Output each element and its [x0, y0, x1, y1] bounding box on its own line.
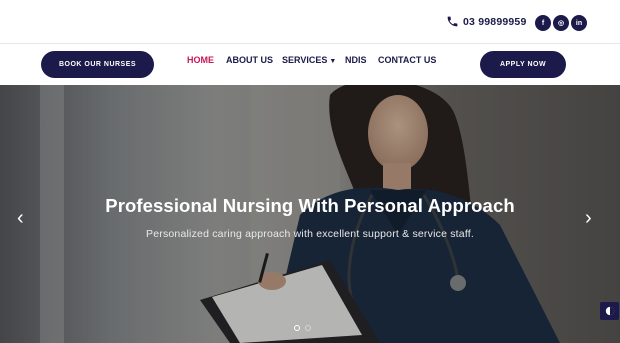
- slide-dot[interactable]: [305, 325, 311, 331]
- social-links: f ◎ in: [535, 15, 587, 31]
- nav-menu: HOME ABOUT US SERVICES ▼ NDIS CONTACT US: [187, 55, 438, 65]
- main-navigation: BOOK OUR NURSES HOME ABOUT US SERVICES ▼ …: [0, 44, 620, 85]
- phone-icon: [447, 16, 458, 27]
- apply-now-button[interactable]: APPLY NOW: [480, 51, 566, 78]
- instagram-icon[interactable]: ◎: [553, 15, 569, 31]
- nav-item-about-us[interactable]: ABOUT US: [226, 55, 282, 65]
- facebook-icon[interactable]: f: [535, 15, 551, 31]
- nav-item-services-label: SERVICES: [282, 55, 328, 65]
- nav-item-contact-us[interactable]: CONTACT US: [378, 55, 438, 65]
- hero-subtitle: Personalized caring approach with excell…: [146, 228, 474, 240]
- nav-item-ndis[interactable]: NDIS: [345, 55, 378, 65]
- book-our-nurses-button[interactable]: BOOK OUR NURSES: [41, 51, 154, 78]
- slider-pagination: [294, 325, 311, 331]
- top-bar: 03 99899959 f ◎ in: [0, 0, 620, 44]
- slide-dot[interactable]: [294, 325, 300, 331]
- hero-slider: Professional Nursing With Personal Appro…: [0, 85, 620, 343]
- linkedin-icon[interactable]: in: [571, 15, 587, 31]
- hero-title: Professional Nursing With Personal Appro…: [105, 195, 515, 216]
- phone-link[interactable]: 03 99899959: [446, 15, 527, 28]
- next-slide-arrow-icon[interactable]: ›: [585, 208, 592, 228]
- nav-item-home[interactable]: HOME: [187, 55, 226, 65]
- phone-number: 03 99899959: [463, 15, 527, 28]
- chevron-down-icon: ▼: [329, 58, 337, 65]
- accessibility-toggle-button[interactable]: [600, 302, 619, 320]
- nav-item-services[interactable]: SERVICES ▼: [282, 55, 345, 65]
- prev-slide-arrow-icon[interactable]: ‹: [17, 208, 24, 228]
- accessibility-icon: [605, 306, 614, 316]
